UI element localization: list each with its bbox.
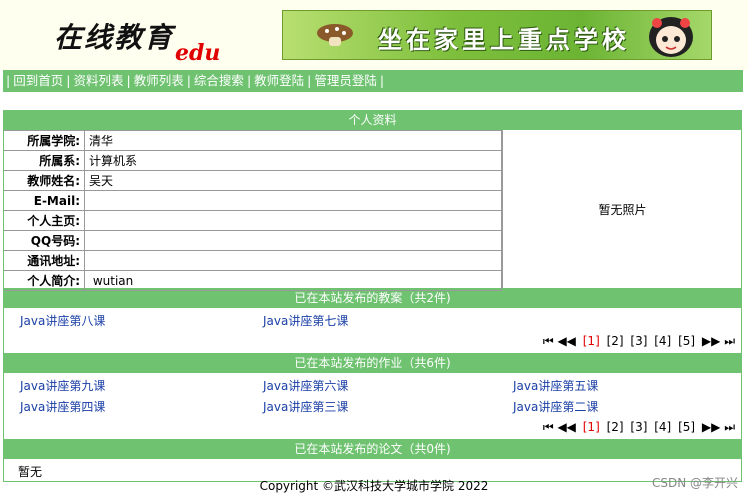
csdn-watermark: CSDN @李开兴: [651, 476, 738, 490]
nav-search[interactable]: 综合搜索: [194, 73, 244, 88]
first-page-icon[interactable]: ⏮: [543, 334, 554, 348]
page-link[interactable]: [5]: [678, 334, 695, 348]
mushroom-icon: [317, 24, 353, 46]
qq-value: [84, 230, 502, 251]
homework-link[interactable]: Java讲座第六课: [263, 377, 513, 394]
page-link[interactable]: [1]: [583, 334, 600, 348]
email-value: [84, 190, 502, 211]
nav-separator: |: [307, 73, 312, 88]
lessons-pager: ⏮ ◀◀ [1] [2] [3] [4] [5] ▶▶ ⏭: [4, 329, 741, 353]
department-value: 计算机系: [84, 150, 502, 171]
banner-text: 坐在家里上重点学校: [378, 26, 630, 54]
lessons-title: 已在本站发布的教案（共2件): [4, 289, 741, 308]
banner: 坐在家里上重点学校: [282, 10, 712, 60]
email-label: E-Mail:: [4, 190, 85, 211]
page-link[interactable]: [1]: [583, 420, 600, 434]
last-page-icon[interactable]: ⏭: [724, 334, 735, 348]
page-link[interactable]: [4]: [654, 420, 671, 434]
homework-list: Java讲座第九课 Java讲座第六课 Java讲座第五课 Java讲座第四课 …: [4, 373, 741, 415]
logo-text: 在线教育: [54, 21, 175, 54]
prev-page-icon[interactable]: ◀◀: [557, 420, 575, 434]
nav-separator: |: [246, 73, 252, 88]
homework-link[interactable]: Java讲座第二课: [513, 398, 743, 415]
nav-separator: |: [66, 73, 71, 88]
page-link[interactable]: [2]: [607, 420, 624, 434]
homework-link[interactable]: Java讲座第三课: [263, 398, 513, 415]
page-link[interactable]: [5]: [678, 420, 695, 434]
page-link[interactable]: [4]: [654, 334, 671, 348]
site-logo[interactable]: 在线教育 edu: [10, 6, 270, 66]
first-page-icon[interactable]: ⏮: [543, 420, 554, 434]
intro-value: wutian: [84, 270, 502, 291]
teacher-name-label: 教师姓名:: [4, 170, 85, 191]
profile-table: 所属学院: 清华 所属系: 计算机系 教师姓名: 吴天 E-Mail: 个人主页: Q…: [4, 130, 502, 291]
nav-teacher-login[interactable]: 教师登陆: [254, 73, 304, 88]
homepage-value: [84, 210, 502, 231]
footer-copyright: Copyright ©武汉科技大学城市学院 2022: [259, 479, 489, 493]
prev-page-icon[interactable]: ◀◀: [557, 334, 575, 348]
girl-icon: [649, 17, 693, 57]
profile-section: 所属学院: 清华 所属系: 计算机系 教师姓名: 吴天 E-Mail: 个人主页: Q…: [4, 130, 742, 291]
homework-link[interactable]: Java讲座第九课: [20, 377, 263, 394]
page-link[interactable]: [3]: [630, 420, 647, 434]
teacher-name-value: 吴天: [84, 170, 502, 191]
nav-resources[interactable]: 资料列表: [73, 73, 123, 88]
page-link[interactable]: [2]: [607, 334, 624, 348]
nav-admin-login[interactable]: 管理员登陆: [314, 73, 377, 88]
lessons-list: Java讲座第八课 Java讲座第七课: [4, 308, 741, 329]
nav-home[interactable]: 回到首页: [13, 73, 63, 88]
photo-placeholder: 暂无照片: [502, 130, 742, 288]
nav-separator: |: [379, 73, 385, 88]
homework-link[interactable]: Java讲座第五课: [513, 377, 743, 394]
nav-separator: |: [126, 73, 131, 88]
homework-link[interactable]: Java讲座第四课: [20, 398, 263, 415]
papers-title: 已在本站发布的论文（共0件): [4, 440, 741, 459]
header: 在线教育 edu 坐在家里上重点学校: [0, 0, 748, 70]
lesson-link[interactable]: Java讲座第八课: [20, 312, 263, 329]
nav-separator: |: [6, 73, 11, 88]
college-value: 清华: [84, 130, 502, 151]
college-label: 所属学院:: [4, 130, 85, 151]
qq-label: QQ号码:: [4, 230, 85, 251]
logo-edu: edu: [175, 40, 221, 66]
last-page-icon[interactable]: ⏭: [724, 420, 735, 434]
lesson-link[interactable]: Java讲座第七课: [263, 312, 513, 329]
intro-label: 个人简介:: [4, 270, 85, 291]
top-nav: | 回到首页 | 资料列表 | 教师列表 | 综合搜索 | 教师登陆 | 管理员登陆 |: [3, 70, 743, 92]
nav-separator: |: [186, 73, 191, 88]
next-page-icon[interactable]: ▶▶: [702, 420, 720, 434]
department-label: 所属系:: [4, 150, 85, 171]
nav-teachers[interactable]: 教师列表: [134, 73, 184, 88]
teacher-card: 个人资料 所属学院: 清华 所属系: 计算机系 教师姓名: 吴天 E-Mail: 个人…: [3, 110, 742, 482]
homework-section: 已在本站发布的作业（共6件) Java讲座第九课 Java讲座第六课 Java讲…: [4, 354, 741, 440]
profile-title: 个人资料: [4, 111, 741, 130]
homework-title: 已在本站发布的作业（共6件): [4, 354, 741, 373]
lessons-section: 已在本站发布的教案（共2件) Java讲座第八课 Java讲座第七课 ⏮ ◀◀ …: [4, 289, 741, 354]
page-link[interactable]: [3]: [630, 334, 647, 348]
next-page-icon[interactable]: ▶▶: [702, 334, 720, 348]
papers-section: 已在本站发布的论文（共0件) 暂无: [4, 440, 741, 481]
address-label: 通讯地址:: [4, 250, 85, 271]
homework-pager: ⏮ ◀◀ [1] [2] [3] [4] [5] ▶▶ ⏭: [4, 415, 741, 439]
address-value: [84, 250, 502, 271]
homepage-label: 个人主页:: [4, 210, 85, 231]
